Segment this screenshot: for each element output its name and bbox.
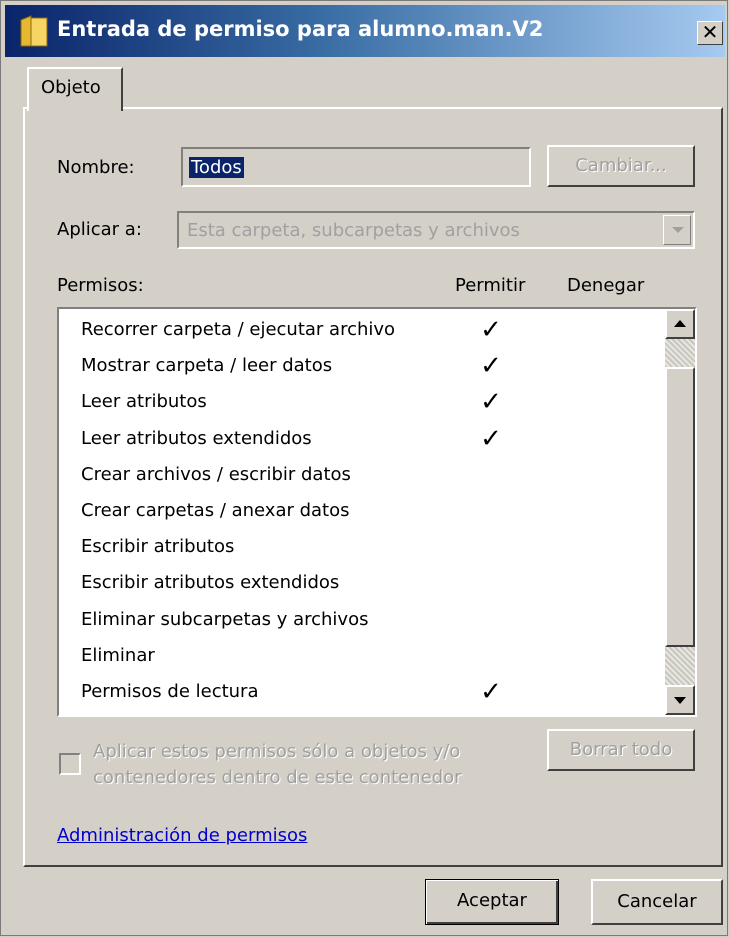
allow-check-icon: ✓ <box>480 423 502 454</box>
name-value: Todos <box>189 157 244 178</box>
list-item[interactable]: Recorrer carpeta / ejecutar archivo ✓ <box>59 313 659 349</box>
allow-check-icon: ✓ <box>480 351 502 382</box>
cancel-button[interactable]: Cancelar <box>591 879 723 925</box>
list-item[interactable]: Eliminar <box>59 639 659 675</box>
scroll-down-icon[interactable] <box>665 685 695 715</box>
list-item[interactable]: Permisos de lectura ✓ <box>59 675 659 711</box>
change-button[interactable]: Cambiar... <box>547 145 695 187</box>
allow-column-header: Permitir <box>455 275 526 296</box>
close-button[interactable]: ✕ <box>697 21 723 45</box>
apply-only-checkbox[interactable] <box>59 753 81 775</box>
apply-to-select[interactable]: Esta carpeta, subcarpetas y archivos <box>177 211 695 249</box>
list-item[interactable]: Escribir atributos <box>59 530 659 566</box>
chevron-down-icon[interactable] <box>663 215 691 245</box>
name-label: Nombre: <box>57 157 135 178</box>
list-item[interactable]: Crear carpetas / anexar datos <box>59 494 659 530</box>
permission-name: Crear carpetas / anexar datos <box>81 500 350 521</box>
allow-check-icon: ✓ <box>480 677 502 707</box>
permission-name: Permisos de lectura <box>81 681 259 702</box>
permissions-label: Permisos: <box>57 275 144 296</box>
permission-name: Escribir atributos <box>81 536 235 558</box>
allow-check-icon: ✓ <box>480 315 502 345</box>
vertical-scrollbar[interactable] <box>665 309 695 715</box>
tab-label: Objeto <box>41 77 101 98</box>
permission-name: Crear archivos / escribir datos <box>81 463 351 485</box>
list-item[interactable]: Escribir atributos extendidos <box>59 566 659 602</box>
list-item[interactable]: Leer atributos ✓ <box>59 385 659 421</box>
window-title: Entrada de permiso para alumno.man.V2 <box>57 17 544 41</box>
list-item[interactable]: Leer atributos extendidos ✓ <box>59 422 659 458</box>
apply-to-value: Esta carpeta, subcarpetas y archivos <box>187 220 520 241</box>
permissions-list[interactable]: Recorrer carpeta / ejecutar archivo ✓ Most… <box>57 307 697 717</box>
ok-button[interactable]: Aceptar <box>425 879 559 925</box>
permission-name: Escribir atributos extendidos <box>81 572 340 594</box>
permission-name: Leer atributos <box>81 391 207 413</box>
clear-all-button[interactable]: Borrar todo <box>547 729 695 771</box>
name-field[interactable]: Todos <box>181 147 531 187</box>
deny-column-header: Denegar <box>567 275 645 296</box>
tab-objeto[interactable]: Objeto <box>27 67 123 111</box>
permission-name: Eliminar subcarpetas y archivos <box>81 608 369 630</box>
permission-entry-dialog: Entrada de permiso para alumno.man.V2 ✕ … <box>0 0 728 936</box>
permission-name: Recorrer carpeta / ejecutar archivo <box>81 319 396 340</box>
list-item[interactable]: Mostrar carpeta / leer datos ✓ <box>59 349 659 385</box>
permission-name: Eliminar <box>81 644 155 666</box>
allow-check-icon: ✓ <box>480 387 502 418</box>
scroll-thumb[interactable] <box>665 367 695 647</box>
permission-name: Mostrar carpeta / leer datos <box>81 355 333 377</box>
title-bar[interactable]: Entrada de permiso para alumno.man.V2 ✕ <box>5 5 725 57</box>
folder-icon <box>20 15 48 47</box>
apply-only-checkbox-label: Aplicar estos permisos sólo a objetos y/… <box>93 741 462 788</box>
manage-permissions-link[interactable]: Administración de permisos <box>57 825 307 846</box>
list-item[interactable]: Eliminar subcarpetas y archivos <box>59 603 659 639</box>
apply-to-label: Aplicar a: <box>57 219 142 240</box>
permission-name: Leer atributos extendidos <box>81 427 312 449</box>
list-item[interactable]: Crear archivos / escribir datos <box>59 458 659 494</box>
close-icon: ✕ <box>701 20 719 44</box>
scroll-up-icon[interactable] <box>665 309 695 339</box>
